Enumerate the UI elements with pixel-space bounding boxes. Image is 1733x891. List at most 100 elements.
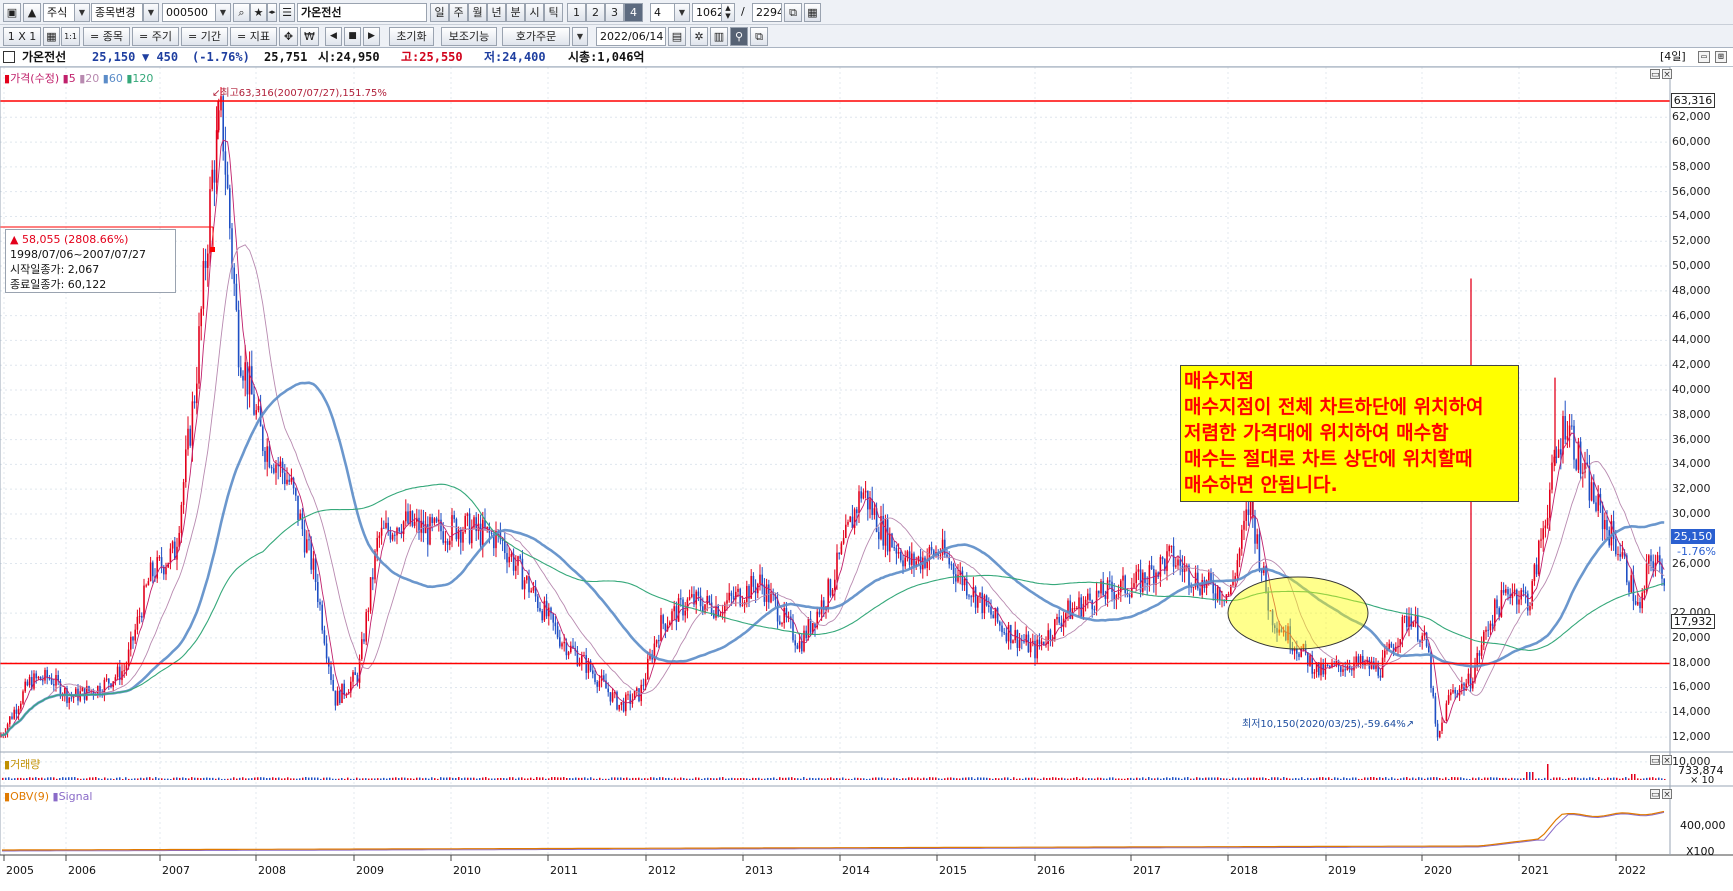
assist-button[interactable]: 보조기능 — [441, 27, 497, 46]
volume-bar — [1022, 778, 1024, 780]
volume-bar — [902, 778, 904, 780]
candle-body — [752, 575, 755, 587]
indicator-sync-button[interactable]: = 지표 — [230, 27, 277, 46]
volume-bar — [1418, 777, 1420, 780]
candle-body — [105, 678, 108, 680]
volume-bar — [44, 778, 46, 780]
period-tab[interactable]: 1 — [567, 3, 586, 22]
checkbox-icon[interactable] — [3, 51, 15, 63]
period-tab[interactable]: 분 — [506, 3, 525, 22]
candle-body — [677, 598, 680, 622]
volume-bar — [209, 777, 211, 780]
candle-body — [836, 552, 838, 580]
candle-body — [1634, 601, 1637, 605]
gear-icon[interactable]: ✲ — [690, 27, 708, 46]
obv-pane-minimize-icon[interactable]: ▭ — [1650, 789, 1660, 800]
change-stock-select[interactable]: 종목변경 — [91, 3, 143, 22]
new-window-icon[interactable]: ⧉ — [784, 3, 802, 22]
volume-bar — [1652, 777, 1654, 780]
search-icon[interactable]: ⌕ — [233, 3, 250, 22]
period-tab[interactable]: 3 — [605, 3, 624, 22]
candle-body — [864, 490, 867, 493]
layout-button[interactable]: 1 X 1 — [3, 27, 41, 46]
term-sync-button[interactable]: = 기간 — [181, 27, 228, 46]
market-dropdown-icon[interactable]: ▼ — [74, 3, 90, 22]
won-icon[interactable]: ₩ — [300, 27, 319, 46]
period-tab[interactable]: 주 — [449, 3, 468, 22]
candle-body — [1091, 600, 1093, 610]
calendar-icon[interactable]: ▤ — [668, 27, 686, 46]
period-tab[interactable]: 일 — [430, 3, 449, 22]
stock-code-dropdown-icon[interactable]: ▼ — [215, 3, 231, 22]
volume-bar — [203, 777, 205, 780]
count-input[interactable]: 1062 — [692, 3, 722, 22]
period-tab[interactable]: 시 — [525, 3, 544, 22]
period-tab[interactable]: 년 — [487, 3, 506, 22]
save-icon[interactable]: ▦ — [804, 3, 821, 22]
pane-close-icon[interactable]: × — [1662, 69, 1672, 80]
order-dropdown-icon[interactable]: ▼ — [572, 27, 588, 46]
stock-code-input[interactable]: 000500 — [162, 3, 216, 22]
count-spinner-icon[interactable]: ▲ ▼ — [721, 3, 735, 22]
date-input[interactable]: 2022/06/14 — [596, 27, 666, 46]
volume-bar — [443, 777, 445, 780]
candle-body — [523, 580, 526, 590]
candle-body — [946, 554, 948, 557]
one-by-one-icon[interactable]: 1:1 — [61, 27, 80, 46]
volume-bar — [1040, 778, 1042, 780]
candle-body — [233, 267, 235, 284]
volume-bar — [5, 777, 7, 780]
x-year-label: 2017 — [1133, 864, 1161, 877]
pane-minimize-icon[interactable]: ▭ — [1650, 69, 1660, 80]
volume-pane-close-icon[interactable]: × — [1662, 755, 1672, 766]
candle-body — [125, 665, 128, 671]
prev-next-stock-icon[interactable]: ◂▸ — [267, 3, 277, 22]
reset-button[interactable]: 초기화 — [389, 27, 434, 46]
chart-area[interactable]: ▮가격(수정) ▮5 ▮20 ▮60 ▮120 ▭ × ↙최고63,316(20… — [0, 66, 1733, 888]
chevron-up-icon[interactable]: ▲ — [23, 3, 41, 22]
maximize-icon[interactable]: ⊞ — [1715, 51, 1727, 63]
volume-bar — [1247, 777, 1249, 780]
period-tab[interactable]: 2 — [586, 3, 605, 22]
candle-body — [1135, 571, 1137, 584]
volume-bar — [1292, 778, 1294, 780]
volume-bar — [1265, 778, 1267, 780]
popout-icon[interactable]: ⧉ — [750, 27, 768, 46]
candle-body — [169, 548, 172, 563]
magnifier-icon[interactable]: ⚲ — [730, 27, 748, 46]
volume-bar — [740, 778, 742, 780]
volume-bar — [1025, 777, 1027, 780]
minimize-icon[interactable]: ▭ — [1698, 51, 1710, 63]
period-tab[interactable]: 월 — [468, 3, 487, 22]
grid-layout-icon[interactable]: ▦ — [43, 27, 60, 46]
period-sync-button[interactable]: = 주기 — [132, 27, 179, 46]
volume-pane-minimize-icon[interactable]: ▭ — [1650, 755, 1660, 766]
volume-bar — [149, 777, 151, 780]
period-tab[interactable]: 틱 — [544, 3, 563, 22]
pane-menu-icon[interactable]: ▣ — [3, 3, 21, 22]
scroll-left-icon[interactable]: ◀ — [325, 27, 342, 46]
period-dropdown-icon[interactable]: ▼ — [674, 3, 690, 22]
order-button[interactable]: 호가주문 — [502, 27, 570, 46]
candle-body — [301, 513, 304, 530]
change-stock-dropdown-icon[interactable]: ▼ — [143, 3, 159, 22]
volume-bar — [1508, 778, 1510, 780]
stop-icon[interactable]: ■ — [344, 27, 361, 46]
list-icon[interactable]: ☰ — [279, 3, 295, 22]
candle-body — [1148, 565, 1151, 585]
crosshair-icon[interactable]: ✥ — [279, 27, 298, 46]
candle-body — [902, 560, 904, 567]
volume-bar — [551, 777, 553, 780]
market-select[interactable]: 주식 — [43, 3, 75, 22]
candle-body — [1568, 425, 1571, 437]
candle-body — [308, 539, 310, 541]
stock-sync-button[interactable]: = 종목 — [83, 27, 130, 46]
period-tab[interactable]: 4 — [624, 3, 643, 22]
volume-bar — [761, 778, 763, 780]
indicator-list-icon[interactable]: ▥ — [710, 27, 728, 46]
obv-pane-close-icon[interactable]: × — [1662, 789, 1672, 800]
favorite-star-icon[interactable]: ★ — [250, 3, 267, 22]
candle-body — [730, 592, 733, 596]
volume-bar — [1109, 777, 1111, 780]
scroll-right-icon[interactable]: ▶ — [363, 27, 380, 46]
